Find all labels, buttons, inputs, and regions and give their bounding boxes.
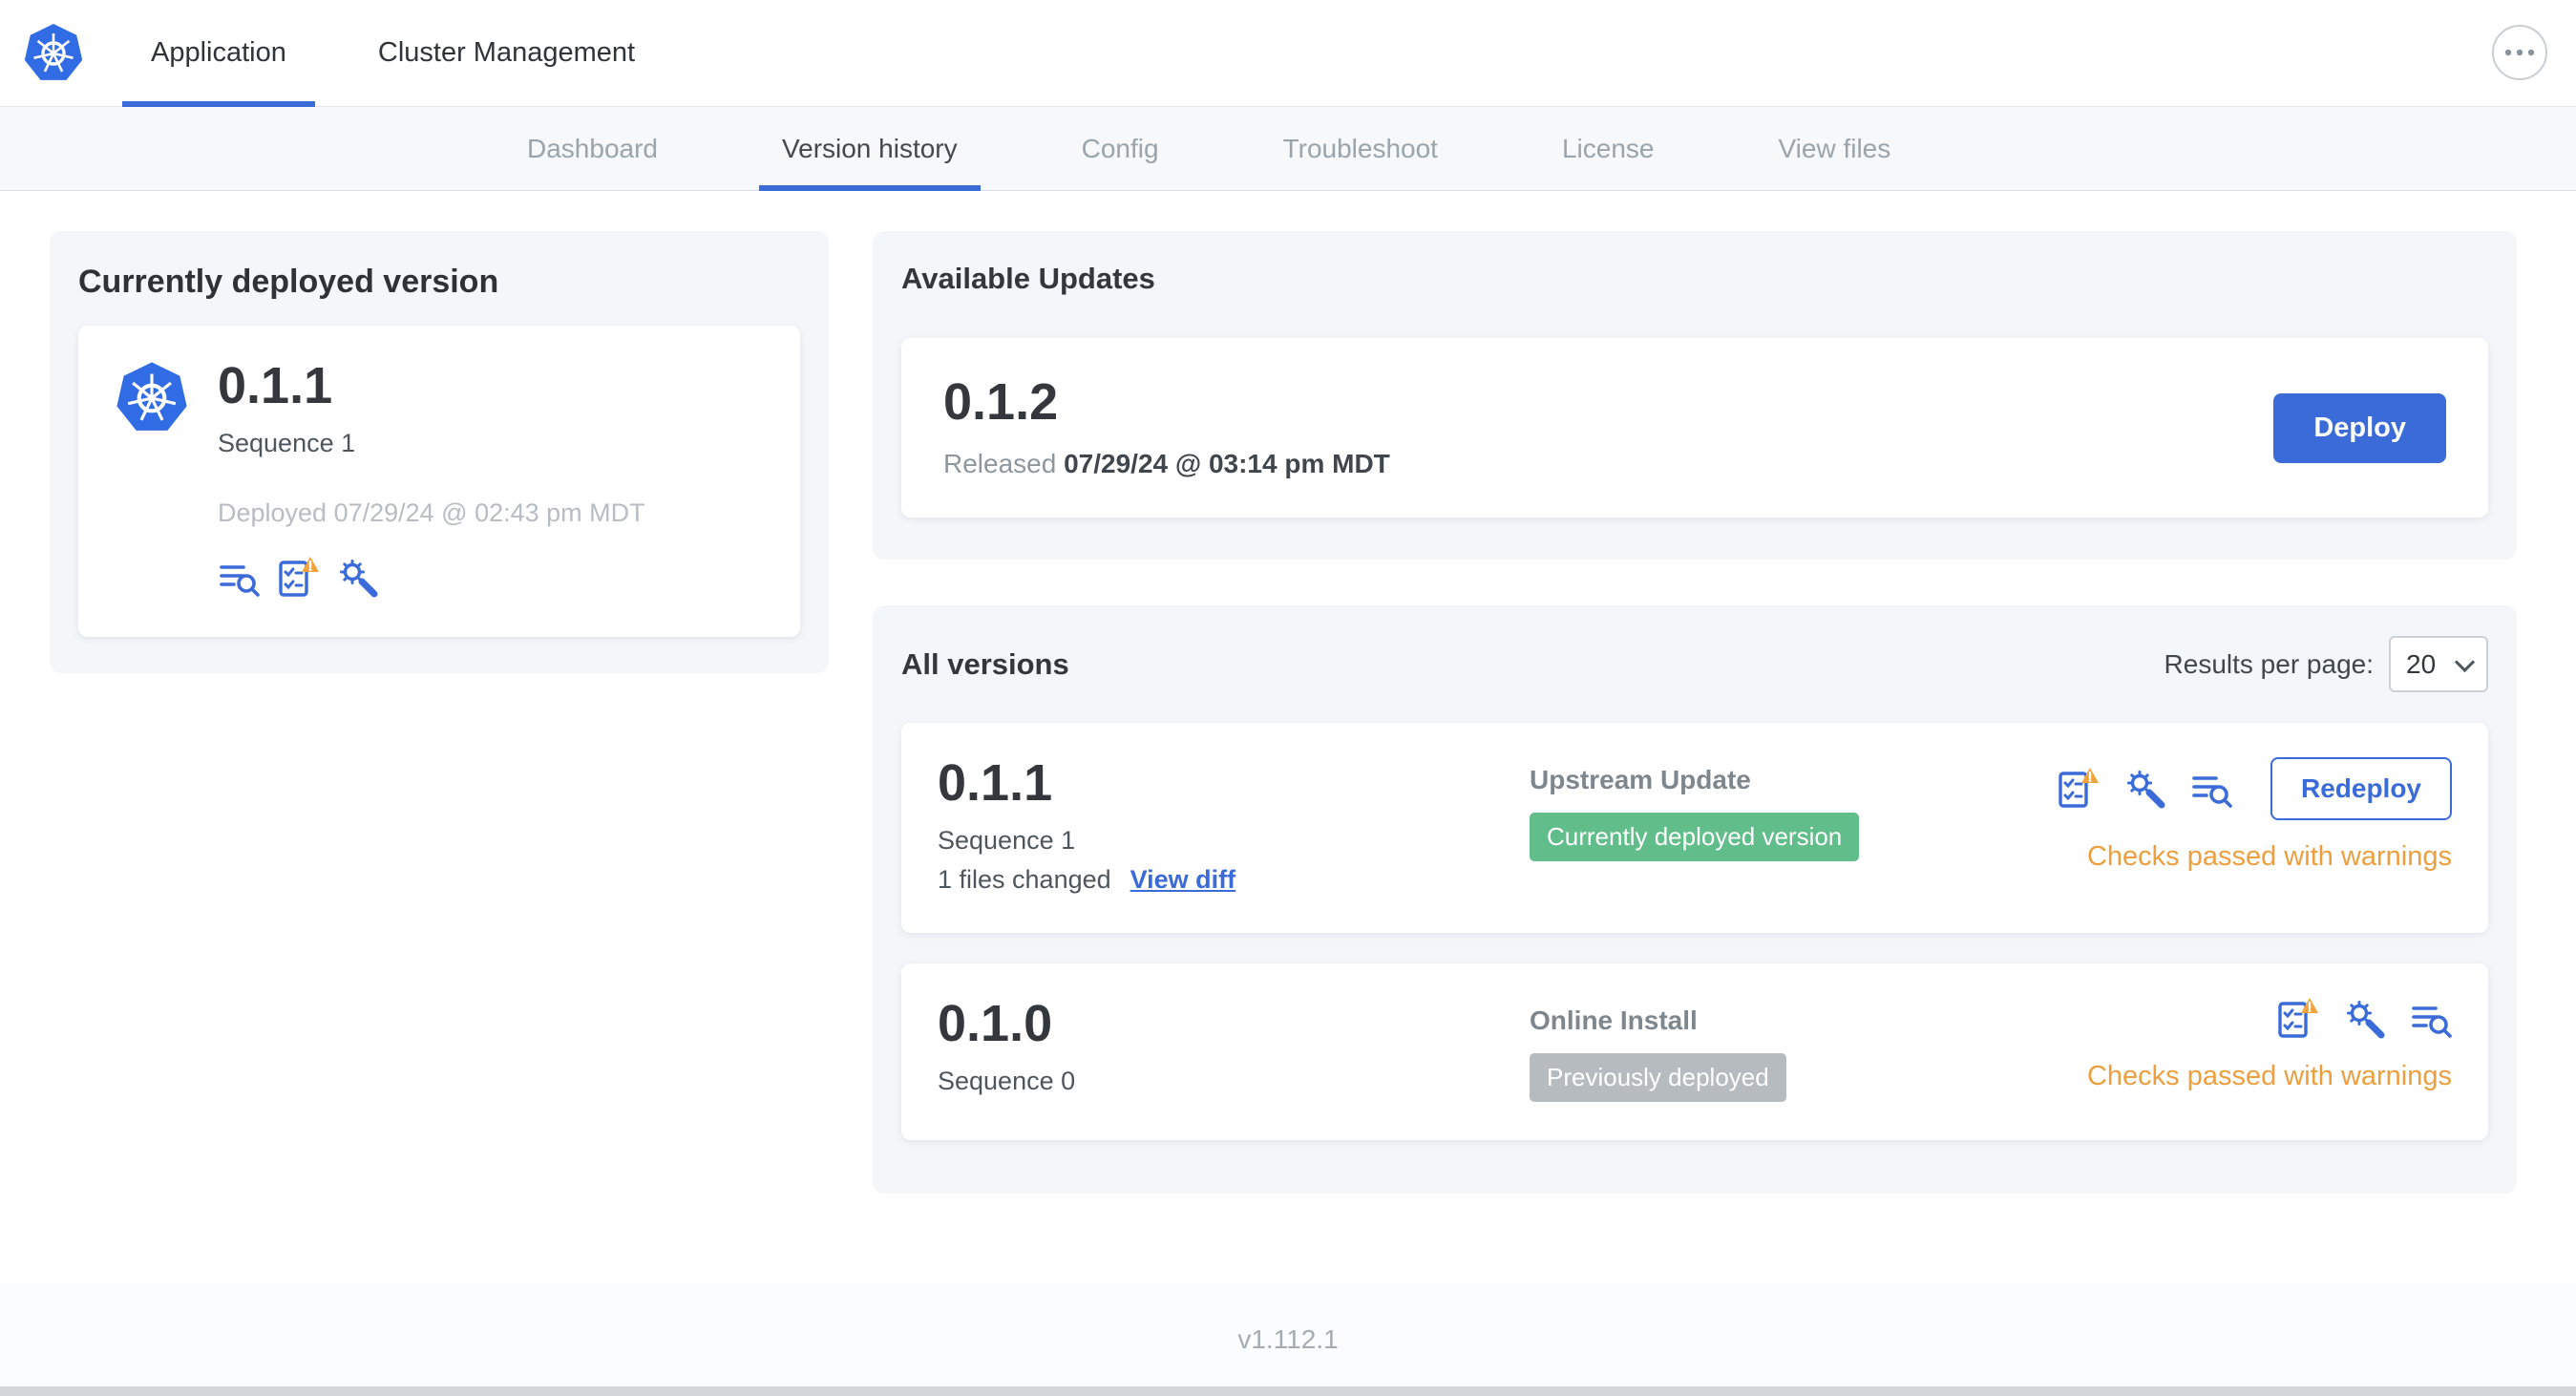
version-number: 0.1.0 bbox=[938, 995, 1053, 1052]
ellipsis-icon bbox=[2504, 49, 2535, 56]
tab-cluster-management[interactable]: Cluster Management bbox=[349, 0, 664, 106]
all-versions-panel: All versions Results per page: 20 0.1.1 … bbox=[873, 605, 2517, 1194]
version-source: Upstream Update bbox=[1530, 765, 1751, 794]
tab-application-label: Application bbox=[151, 37, 286, 68]
version-sequence: Sequence 0 bbox=[938, 1067, 1076, 1095]
version-row-left: 0.1.0 Sequence 0 bbox=[938, 998, 1501, 1096]
deployed-version-sequence: Sequence 1 bbox=[218, 429, 356, 457]
available-update-info: 0.1.2 Released 07/29/24 @ 03:14 pm MDT bbox=[943, 376, 1390, 479]
deploy-logs-icon[interactable] bbox=[2190, 768, 2232, 810]
version-row: 0.1.0 Sequence 0 Online Install Previous… bbox=[901, 963, 2488, 1140]
deployed-version-card: 0.1.1 Sequence 1 Deployed 07/29/24 @ 02:… bbox=[78, 326, 800, 637]
files-changed-line: 1 files changed View diff bbox=[938, 865, 1501, 895]
right-column: Available Updates 0.1.2 Released 07/29/2… bbox=[873, 231, 2517, 1194]
tab-application[interactable]: Application bbox=[122, 0, 315, 107]
subnav-label-license: License bbox=[1561, 133, 1655, 163]
available-updates-title: Available Updates bbox=[901, 262, 1155, 295]
console-version: v1.112.1 bbox=[1237, 1324, 1339, 1354]
horizontal-scrollbar[interactable] bbox=[0, 1386, 2576, 1396]
main-content: Currently deployed version 0.1.1 Sequenc… bbox=[0, 191, 2576, 1194]
results-per-page-select-wrap: 20 bbox=[2389, 636, 2488, 692]
subnav-label-dashboard: Dashboard bbox=[527, 133, 658, 163]
checks-status-text: Checks passed with warnings bbox=[2086, 841, 2452, 872]
edit-config-icon[interactable] bbox=[2125, 769, 2165, 809]
app-subnav: Dashboard Version history Config Trouble… bbox=[0, 107, 2576, 191]
deploy-button[interactable]: Deploy bbox=[2273, 392, 2446, 463]
version-row-actions: Redeploy Checks passed with warnings bbox=[2057, 757, 2452, 873]
edit-config-icon[interactable] bbox=[338, 558, 378, 598]
version-row-middle: Online Install Previously deployed bbox=[1530, 998, 2059, 1102]
results-per-page-label: Results per page: bbox=[2164, 648, 2374, 679]
checks-status-text: Checks passed with warnings bbox=[2086, 1061, 2452, 1091]
deploy-logs-icon[interactable] bbox=[2410, 998, 2452, 1040]
preflight-checks-icon[interactable] bbox=[277, 557, 321, 599]
deploy-logs-icon[interactable] bbox=[218, 557, 260, 599]
subnav-label-version-history: Version history bbox=[781, 133, 958, 163]
currently-deployed-panel: Currently deployed version 0.1.1 Sequenc… bbox=[50, 231, 829, 673]
status-badge: Currently deployed version bbox=[1530, 813, 1860, 861]
version-row: 0.1.1 Sequence 1 1 files changed View di… bbox=[901, 723, 2488, 933]
kubernetes-logo bbox=[115, 360, 189, 436]
tab-cluster-management-label: Cluster Management bbox=[377, 37, 636, 68]
available-update-released: Released 07/29/24 @ 03:14 pm MDT bbox=[943, 449, 1390, 479]
deployed-version-number: 0.1.1 bbox=[218, 357, 333, 414]
page-footer: v1.112.1 bbox=[0, 1283, 2576, 1396]
preflight-checks-icon[interactable] bbox=[2276, 998, 2320, 1040]
available-update-version: 0.1.2 bbox=[943, 373, 1059, 431]
version-number: 0.1.1 bbox=[938, 754, 1053, 812]
subnav-label-view-files: View files bbox=[1778, 133, 1891, 163]
available-update-card: 0.1.2 Released 07/29/24 @ 03:14 pm MDT D… bbox=[901, 338, 2488, 518]
version-row-middle: Upstream Update Currently deployed versi… bbox=[1530, 757, 2028, 861]
subnav-label-config: Config bbox=[1081, 133, 1159, 163]
subnav-item-view-files[interactable]: View files bbox=[1755, 107, 1913, 190]
subnav-item-version-history[interactable]: Version history bbox=[758, 107, 981, 191]
subnav-item-license[interactable]: License bbox=[1539, 107, 1678, 190]
version-sequence: Sequence 1 bbox=[938, 826, 1076, 855]
version-row-action-icons: Redeploy bbox=[2057, 757, 2452, 820]
deployed-panel-title: Currently deployed version bbox=[78, 264, 499, 300]
version-source: Online Install bbox=[1530, 1005, 1698, 1035]
view-diff-link[interactable]: View diff bbox=[1130, 865, 1236, 895]
top-nav: Application Cluster Management bbox=[0, 0, 2576, 107]
subnav-item-dashboard[interactable]: Dashboard bbox=[504, 107, 681, 190]
overflow-menu-button[interactable] bbox=[2492, 25, 2547, 80]
kubernetes-logo bbox=[23, 21, 84, 82]
redeploy-button[interactable]: Redeploy bbox=[2270, 757, 2452, 820]
preflight-checks-icon[interactable] bbox=[2057, 768, 2101, 810]
released-label: Released bbox=[943, 449, 1057, 478]
deployed-version-date: Deployed 07/29/24 @ 02:43 pm MDT bbox=[218, 498, 645, 527]
version-row-actions: Checks passed with warnings bbox=[2087, 998, 2452, 1092]
deployed-version-info: 0.1.1 Sequence 1 Deployed 07/29/24 @ 02:… bbox=[218, 360, 645, 599]
deployed-version-logo bbox=[115, 360, 189, 599]
app-logo bbox=[0, 0, 122, 106]
subnav-item-config[interactable]: Config bbox=[1059, 107, 1182, 190]
files-changed-text: 1 files changed bbox=[938, 865, 1111, 894]
subnav-label-troubleshoot: Troubleshoot bbox=[1282, 133, 1438, 163]
subnav-item-troubleshoot[interactable]: Troubleshoot bbox=[1260, 107, 1461, 190]
status-badge: Previously deployed bbox=[1530, 1053, 1786, 1102]
available-updates-panel: Available Updates 0.1.2 Released 07/29/2… bbox=[873, 231, 2517, 560]
version-row-left: 0.1.1 Sequence 1 1 files changed View di… bbox=[938, 757, 1501, 895]
results-per-page-select[interactable]: 20 bbox=[2389, 636, 2488, 692]
version-row-action-icons bbox=[2276, 998, 2452, 1040]
released-date: 07/29/24 @ 03:14 pm MDT bbox=[1064, 449, 1390, 478]
edit-config-icon[interactable] bbox=[2345, 999, 2385, 1039]
deployed-version-actions bbox=[218, 557, 645, 599]
all-versions-title: All versions bbox=[901, 646, 1069, 681]
all-versions-header: All versions Results per page: 20 bbox=[901, 636, 2488, 692]
results-per-page: Results per page: 20 bbox=[2164, 636, 2488, 692]
